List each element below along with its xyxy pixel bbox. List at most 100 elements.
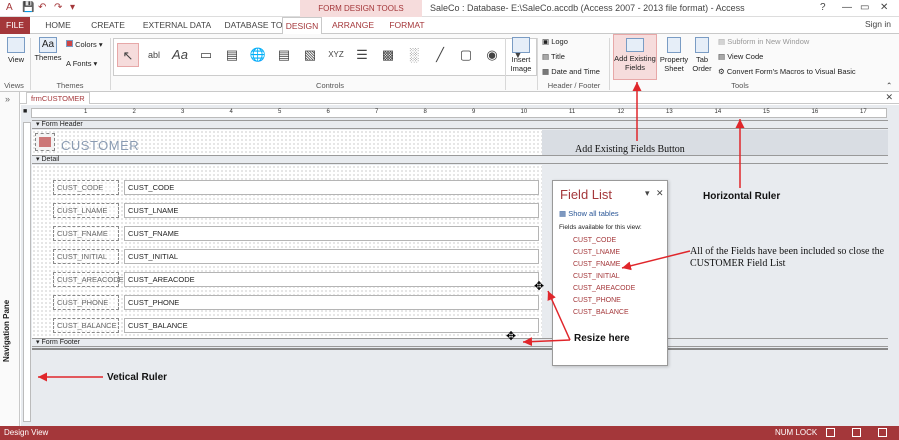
property-sheet-button[interactable]: Property Sheet (659, 37, 689, 73)
insert-image-button[interactable]: Insert Image (506, 37, 536, 73)
section-bar-form-header[interactable]: ▾ Form Header (32, 120, 888, 129)
section-bar-detail[interactable]: ▾ Detail (32, 155, 888, 164)
show-all-tables-link[interactable]: ▦ Show all tables (559, 209, 619, 218)
annotation-close-list: All of the Fields have been included so … (690, 246, 885, 269)
form-title[interactable]: CUSTOMER (61, 138, 139, 154)
close-document-icon[interactable]: ✕ (885, 92, 893, 103)
form-selector[interactable]: ■ (23, 108, 31, 118)
undo-icon[interactable]: ↶ (38, 2, 46, 13)
subform-new-window-button[interactable]: ▤ Subform in New Window (718, 37, 809, 46)
form-view-icon[interactable] (826, 428, 835, 437)
tab-home[interactable]: HOME (38, 17, 78, 34)
field-label[interactable]: CUST_AREACODE (53, 272, 124, 287)
close-icon[interactable]: ✕ (656, 188, 664, 199)
field-list-item[interactable]: CUST_BALANCE (573, 309, 629, 316)
collapse-ribbon-icon[interactable]: ⌃ (886, 81, 892, 90)
line-icon[interactable]: ╱ (429, 43, 451, 67)
code-icon: ▤ (718, 52, 726, 61)
layout-view-icon[interactable] (852, 428, 861, 437)
ruler-number: 11 (569, 109, 576, 115)
title-button[interactable]: ▤ Title (542, 52, 565, 61)
access-icon[interactable]: A (6, 2, 13, 13)
dropdown-icon[interactable]: ▾ (70, 2, 75, 13)
field-label[interactable]: CUST_PHONE (53, 295, 119, 310)
fonts-label: Fonts (72, 59, 92, 68)
field-label[interactable]: CUST_BALANCE (53, 318, 119, 333)
redo-icon[interactable]: ↷ (54, 2, 62, 13)
sign-in-link[interactable]: Sign in (865, 19, 891, 29)
group-header-footer: Header / Footer (547, 81, 601, 90)
expand-icon[interactable]: » (5, 94, 10, 104)
toggle-button-icon[interactable]: ▢ (455, 43, 477, 67)
footer-bottom-edge[interactable] (32, 348, 888, 350)
field-label[interactable]: CUST_LNAME (53, 203, 119, 218)
radio-button-icon[interactable]: ◉ (481, 43, 503, 67)
field-textbox[interactable]: CUST_FNAME (124, 226, 539, 241)
minimize-icon[interactable]: — (842, 2, 852, 13)
navigation-pane[interactable]: » Navigation Pane (0, 92, 20, 426)
field-textbox[interactable]: CUST_BALANCE (124, 318, 539, 333)
section-bar-form-footer[interactable]: ▾ Form Footer (32, 338, 888, 347)
save-icon[interactable]: 💾 (22, 2, 34, 13)
field-list-item[interactable]: CUST_PHONE (573, 297, 621, 304)
textbox-icon[interactable]: abl (143, 43, 165, 67)
date-time-button[interactable]: ▦ Date and Time (542, 67, 600, 76)
themes-button[interactable]: Aa Themes (34, 37, 62, 62)
tab-control-icon[interactable]: ▤ (221, 43, 243, 67)
colors-button[interactable]: Colors ▾ (66, 40, 103, 49)
logo-control[interactable] (35, 133, 55, 151)
tab-design[interactable]: DESIGN (282, 17, 322, 35)
tab-frmcustomer[interactable]: frmCUSTOMER (26, 92, 90, 104)
close-icon[interactable]: ✕ (880, 2, 888, 13)
tab-create[interactable]: CREATE (84, 17, 132, 34)
field-textbox[interactable]: CUST_AREACODE (124, 272, 539, 287)
field-textbox[interactable]: CUST_PHONE (124, 295, 539, 310)
add-existing-fields-button[interactable]: Add Existing Fields (613, 34, 657, 80)
select-arrow-icon[interactable]: ↖ (117, 43, 139, 67)
chart-icon[interactable]: ░ (403, 43, 425, 67)
combo-box-icon[interactable]: ▩ (377, 43, 399, 67)
fonts-button[interactable]: A Fonts ▾ (66, 59, 97, 68)
option-group-icon[interactable]: XYZ (325, 43, 347, 67)
label-icon[interactable]: Aa (169, 43, 191, 67)
ruler-number: 3 (181, 109, 185, 115)
field-list-item[interactable]: CUST_LNAME (573, 249, 620, 256)
help-icon[interactable]: ? (820, 2, 826, 13)
web-browser-icon[interactable]: ▤ (273, 43, 295, 67)
convert-macros-button[interactable]: ⚙ Convert Form's Macros to Visual Basic (718, 67, 856, 76)
field-list-item[interactable]: CUST_INITIAL (573, 273, 620, 280)
detail-label: Detail (41, 156, 60, 163)
field-textbox[interactable]: CUST_LNAME (124, 203, 539, 218)
horizontal-ruler[interactable]: 1 2 3 4 5 6 7 8 9 10 11 12 13 14 15 16 17 (31, 108, 887, 118)
field-label[interactable]: CUST_CODE (53, 180, 119, 195)
logo-button[interactable]: ▣ Logo (542, 37, 568, 46)
field-textbox[interactable]: CUST_INITIAL (124, 249, 539, 264)
button-icon[interactable]: ▭ (195, 43, 217, 67)
tab-order-button[interactable]: Tab Order (690, 37, 714, 73)
vertical-ruler[interactable] (23, 122, 31, 422)
hyperlink-icon[interactable]: 🌐 (247, 43, 269, 67)
view-button[interactable]: View (4, 37, 28, 64)
tab-external-data[interactable]: EXTERNAL DATA (138, 17, 216, 34)
design-view-icon[interactable] (878, 428, 887, 437)
tab-format[interactable]: FORMAT (384, 17, 430, 34)
field-list-item[interactable]: CUST_CODE (573, 237, 616, 244)
field-textbox[interactable]: CUST_CODE (124, 180, 539, 195)
field-label[interactable]: CUST_FNAME (53, 226, 119, 241)
field-label[interactable]: CUST_INITIAL (53, 249, 119, 264)
dropdown-icon[interactable]: ▾ (645, 188, 650, 199)
ruler-number: 6 (326, 109, 330, 115)
fonts-icon: A (66, 59, 71, 68)
themes-label: Themes (34, 53, 62, 62)
tab-arrange[interactable]: ARRANGE (328, 17, 378, 34)
page-break-icon[interactable]: ☰ (351, 43, 373, 67)
resize-cursor-icon: ✥ (534, 279, 545, 293)
divider (110, 38, 111, 90)
field-list-item[interactable]: CUST_AREACODE (573, 285, 635, 292)
tab-file[interactable]: FILE (0, 17, 30, 34)
restore-icon[interactable]: ▭ (860, 2, 869, 13)
view-code-button[interactable]: ▤ View Code (718, 52, 763, 61)
navigation-control-icon[interactable]: ▧ (299, 43, 321, 67)
field-list-item[interactable]: CUST_FNAME (573, 261, 620, 268)
colors-icon (66, 40, 73, 47)
